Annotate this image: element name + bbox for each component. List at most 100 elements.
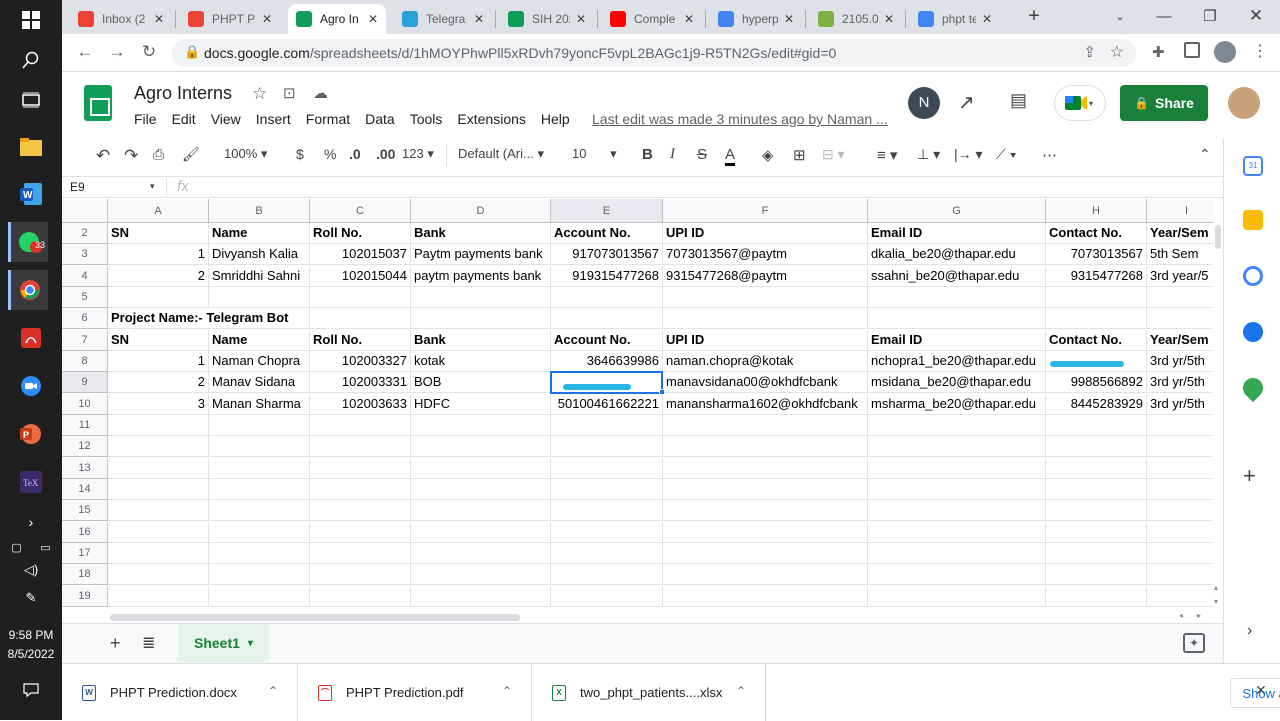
row-header-15[interactable]: 15 — [62, 500, 108, 521]
cell-f19[interactable] — [663, 586, 868, 607]
cell-e17[interactable] — [551, 543, 663, 564]
sheet-tab-sheet1[interactable]: Sheet1 ▾ — [178, 624, 269, 662]
row-header-14[interactable]: 14 — [62, 479, 108, 500]
cell-g11[interactable] — [868, 415, 1046, 436]
cell-f17[interactable] — [663, 543, 868, 564]
row-header-2[interactable]: 2 — [62, 223, 108, 244]
chrome-icon[interactable] — [8, 270, 48, 310]
zoom-select[interactable]: 100% ▾ — [224, 146, 267, 162]
star-icon[interactable]: ☆ — [252, 84, 267, 104]
cell-g15[interactable] — [868, 500, 1046, 521]
cell-b11[interactable] — [209, 415, 310, 436]
cell-c17[interactable] — [310, 543, 411, 564]
cell-e6[interactable] — [551, 308, 663, 329]
cell-c3[interactable]: 102015037 — [310, 244, 411, 265]
acrobat-icon[interactable] — [11, 318, 51, 358]
cell-d6[interactable] — [411, 308, 551, 329]
lock-icon[interactable]: 🔒 — [184, 44, 200, 60]
cell-i19[interactable] — [1147, 586, 1213, 607]
cell-f5[interactable] — [663, 287, 868, 308]
cell-h3[interactable]: 7073013567 — [1046, 244, 1147, 265]
chrome-menu-icon[interactable]: ⋮ — [1252, 41, 1268, 61]
cell-d11[interactable] — [411, 415, 551, 436]
cell-i17[interactable] — [1147, 543, 1213, 564]
cell-e16[interactable] — [551, 522, 663, 543]
cell-h6[interactable] — [1046, 308, 1147, 329]
text-rotation-icon[interactable]: ⟋ ▾ — [996, 146, 1017, 163]
cell-d16[interactable] — [411, 522, 551, 543]
cell-h18[interactable] — [1046, 564, 1147, 585]
column-header-a[interactable]: A — [108, 199, 209, 223]
sheet-tab-chevron-icon[interactable]: ▾ — [248, 638, 253, 649]
bookmark-star-icon[interactable]: ☆ — [1110, 42, 1124, 62]
forward-button[interactable]: → — [104, 42, 130, 64]
cell-h12[interactable] — [1046, 436, 1147, 457]
cell-h17[interactable] — [1046, 543, 1147, 564]
cell-d10[interactable]: HDFC — [411, 394, 551, 415]
column-header-f[interactable]: F — [663, 199, 868, 223]
cell-d12[interactable] — [411, 436, 551, 457]
column-header-d[interactable]: D — [411, 199, 551, 223]
cell-b2[interactable]: Name — [209, 223, 310, 244]
cell-a18[interactable] — [108, 564, 209, 585]
cell-c16[interactable] — [310, 522, 411, 543]
column-header-b[interactable]: B — [209, 199, 310, 223]
keep-icon[interactable] — [1243, 210, 1263, 230]
cell-f6[interactable] — [663, 308, 868, 329]
browser-tab-7[interactable]: 2105.0 ✕ — [810, 4, 902, 34]
maps-icon[interactable] — [1238, 373, 1268, 403]
zoom-icon[interactable] — [11, 366, 51, 406]
paint-format-icon[interactable]: 🖌 — [182, 146, 200, 163]
cell-f3[interactable]: 7073013567@paytm — [663, 244, 868, 265]
cell-a8[interactable]: 1 — [108, 351, 209, 372]
cell-i13[interactable] — [1147, 458, 1213, 479]
move-folder-icon[interactable]: ⊡ — [283, 84, 296, 102]
cell-i3[interactable]: 5th Sem — [1147, 244, 1213, 265]
cell-i15[interactable] — [1147, 500, 1213, 521]
cell-a4[interactable]: 2 — [108, 266, 209, 287]
cell-d18[interactable] — [411, 564, 551, 585]
cell-g4[interactable]: ssahni_be20@thapar.edu — [868, 266, 1046, 287]
cell-b12[interactable] — [209, 436, 310, 457]
browser-tab-2[interactable]: Agro In ✕ — [288, 4, 386, 34]
cell-h9[interactable]: 9988566892 — [1046, 372, 1147, 393]
collaborator-avatar[interactable]: N — [908, 87, 940, 119]
active-cell-selection[interactable] — [550, 371, 663, 394]
cell-c10[interactable]: 102003633 — [310, 394, 411, 415]
cell-d5[interactable] — [411, 287, 551, 308]
windows-start-icon[interactable] — [11, 0, 51, 40]
cell-c2[interactable]: Roll No. — [310, 223, 411, 244]
decrease-decimal-button[interactable]: .0 — [349, 146, 361, 162]
menu-data[interactable]: Data — [365, 111, 395, 127]
select-all-corner[interactable] — [62, 199, 108, 223]
cell-g16[interactable] — [868, 522, 1046, 543]
cell-g9[interactable]: msidana_be20@thapar.edu — [868, 372, 1046, 393]
all-sheets-icon[interactable]: ≣ — [142, 633, 155, 653]
download-item-docx[interactable]: W PHPT Prediction.docx ⌃ — [62, 664, 298, 721]
vertical-scrollbar[interactable]: ▴ ▾ — [1213, 199, 1223, 613]
bold-button[interactable]: B — [642, 146, 653, 163]
cell-i6[interactable] — [1147, 308, 1213, 329]
cell-c6[interactable] — [310, 308, 411, 329]
cell-h10[interactable]: 8445283929 — [1046, 394, 1147, 415]
cell-d13[interactable] — [411, 458, 551, 479]
cell-b14[interactable] — [209, 479, 310, 500]
cell-f10[interactable]: manansharma1602@okhdfcbank — [663, 394, 868, 415]
vertical-scroll-thumb[interactable] — [1215, 225, 1221, 249]
row-header-11[interactable]: 11 — [62, 415, 108, 436]
cell-g19[interactable] — [868, 586, 1046, 607]
print-icon[interactable]: ⎙ — [153, 146, 164, 163]
cell-a11[interactable] — [108, 415, 209, 436]
cell-b7[interactable]: Name — [209, 330, 310, 351]
increase-decimal-button[interactable]: .00 — [376, 146, 395, 162]
document-title[interactable]: Agro Interns — [134, 83, 232, 104]
cell-a15[interactable] — [108, 500, 209, 521]
cell-e11[interactable] — [551, 415, 663, 436]
cell-c13[interactable] — [310, 458, 411, 479]
close-tab-icon[interactable]: ✕ — [154, 12, 164, 26]
menu-extensions[interactable]: Extensions — [457, 111, 525, 127]
redo-icon[interactable]: ↷ — [124, 146, 138, 166]
download-item-xlsx[interactable]: Xtwo_phpt_patients....xlsx ⌃ — [532, 664, 766, 721]
cell-g13[interactable] — [868, 458, 1046, 479]
add-on-plus-icon[interactable]: + — [1243, 463, 1256, 489]
